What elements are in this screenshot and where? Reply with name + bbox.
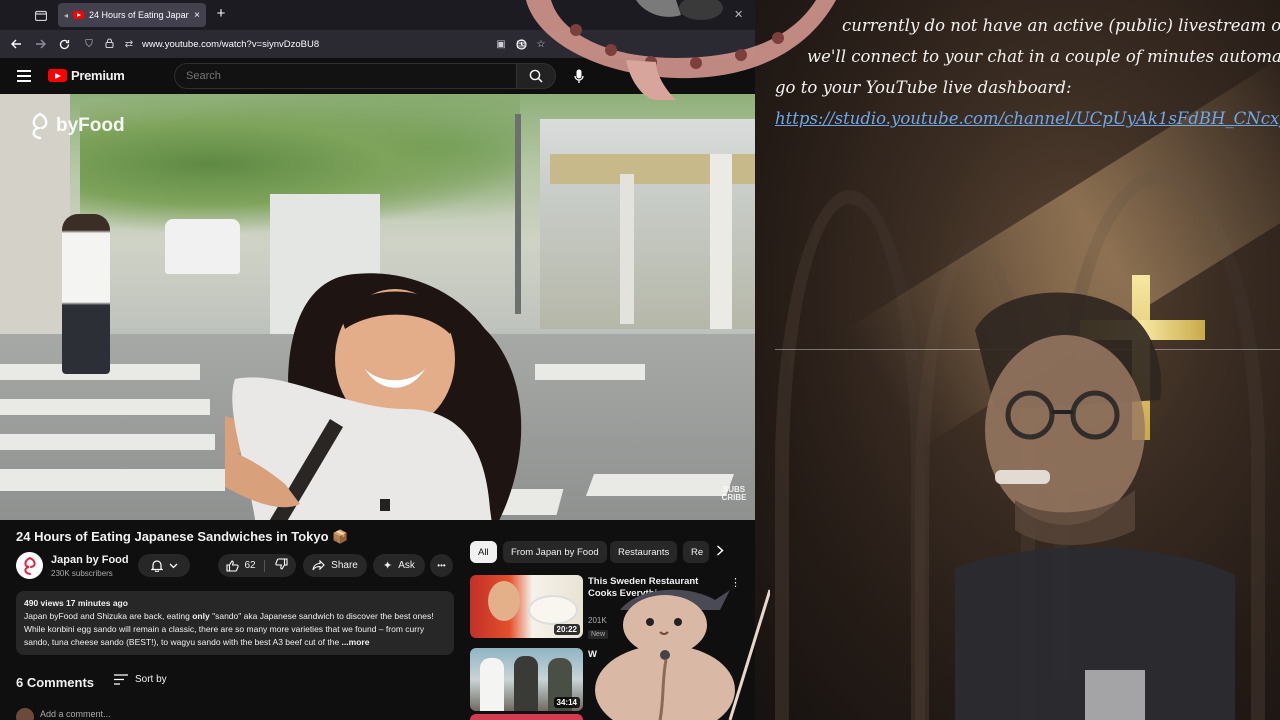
- stream-status-message: currently do not have an active (public)…: [775, 10, 1280, 134]
- description-text-bold: only: [192, 611, 210, 621]
- watermark-text: byFood: [56, 115, 125, 136]
- sort-label: Sort by: [135, 674, 167, 685]
- forward-button[interactable]: [28, 32, 52, 56]
- recommendation-thumbnail-partial[interactable]: [470, 714, 583, 720]
- comments-count: 6 Comments: [16, 675, 95, 690]
- channel-avatar[interactable]: [16, 552, 43, 579]
- picture-in-picture-icon[interactable]: ▣: [494, 39, 508, 50]
- streamer-webcam: [955, 292, 1235, 720]
- reload-icon: [59, 39, 69, 49]
- stream-camera-overlay: currently do not have an active (public)…: [755, 0, 1280, 720]
- description-text-start: Japan byFood and Shizuka are back, eatin…: [24, 611, 193, 621]
- shield-icon[interactable]: ⛉: [82, 39, 96, 50]
- address-bar[interactable]: ⛉ ⇄ www.youtube.com/watch?v=siynvDzoBU8 …: [78, 33, 548, 55]
- permissions-icon[interactable]: ⇄: [122, 39, 136, 50]
- description-text: Japan byFood and Shizuka are back, eatin…: [24, 610, 446, 648]
- pedestrian: [62, 214, 110, 374]
- video-player[interactable]: byFood SUBS CRIBE: [0, 94, 755, 520]
- thumbnail-plate: [528, 595, 578, 625]
- recommendation-thumbnail[interactable]: 20:22: [470, 575, 583, 638]
- speaker-icon: ◂: [64, 10, 69, 20]
- channel-name[interactable]: Japan by Food: [51, 554, 129, 566]
- like-count: 62: [244, 560, 256, 571]
- sort-icon: [114, 674, 128, 685]
- sparkle-icon: ✦: [383, 560, 393, 572]
- video-title: 24 Hours of Eating Japanese Sandwiches i…: [16, 529, 349, 544]
- chip-truncated[interactable]: Re: [683, 541, 709, 563]
- search-input[interactable]: [174, 63, 516, 89]
- thumbs-up-icon: [226, 559, 240, 572]
- presenter-woman: [225, 273, 522, 520]
- reload-button[interactable]: [52, 32, 76, 56]
- tab-title: 24 Hours of Eating Japanese Sandwiches i…: [89, 10, 190, 20]
- back-arrow-icon: [10, 39, 21, 49]
- forward-arrow-icon: [35, 39, 46, 49]
- thumbnail-person: [514, 656, 538, 711]
- cat-wizard-sticker: [595, 589, 770, 720]
- youtube-favicon-icon: [73, 11, 85, 19]
- add-comment-input[interactable]: Add a comment...: [40, 709, 111, 719]
- crosswalk-stripe: [535, 364, 645, 380]
- logo-text: Premium: [71, 68, 125, 83]
- tab-list-icon[interactable]: [26, 0, 56, 30]
- like-dislike-group: 62: [218, 554, 296, 577]
- close-icon[interactable]: ✕: [734, 8, 743, 21]
- tentacle-crown-sticker: [526, 0, 836, 100]
- share-label: Share: [331, 560, 358, 571]
- show-more-link[interactable]: ...more: [339, 637, 370, 647]
- thumbnail-person: [480, 658, 504, 711]
- shop-pillar: [620, 174, 634, 324]
- user-avatar: [16, 708, 34, 720]
- bell-icon: [150, 560, 163, 572]
- channel-logo-icon: [23, 556, 36, 575]
- hamburger-menu-icon[interactable]: [17, 70, 31, 82]
- url-text[interactable]: www.youtube.com/watch?v=siynvDzoBU8: [142, 39, 319, 50]
- stream-message-line-2: we'll connect to your chat in a couple o…: [807, 47, 1280, 66]
- chip-from-channel[interactable]: From Japan by Food: [503, 541, 607, 563]
- sort-comments-button[interactable]: Sort by: [114, 674, 167, 685]
- chip-scroll-right-icon[interactable]: [716, 544, 724, 559]
- video-description[interactable]: 490 views 17 minutes ago Japan byFood an…: [16, 591, 454, 655]
- thumbnail-face: [488, 581, 520, 621]
- crosswalk-stripe: [0, 434, 215, 450]
- views-and-date: 490 views 17 minutes ago: [24, 598, 128, 608]
- crosswalk-stripe: [0, 469, 225, 491]
- video-duration: 20:22: [553, 624, 580, 635]
- dashboard-link[interactable]: https://studio.youtube.com/channel/UCpUy…: [775, 103, 1280, 134]
- like-button[interactable]: 62: [226, 559, 265, 572]
- share-arrow-icon: [312, 560, 325, 571]
- chip-restaurants[interactable]: Restaurants: [610, 541, 678, 563]
- byfood-watermark: byFood: [28, 112, 125, 140]
- subscribe-watermark[interactable]: SUBS CRIBE: [719, 486, 749, 502]
- stream-message-line-3: go to your YouTube live dashboard:: [775, 78, 1072, 97]
- youtube-play-logo-icon: [48, 69, 67, 82]
- new-tab-button[interactable]: +: [212, 5, 230, 22]
- church-arch: [775, 190, 925, 720]
- subscriber-count: 230K subscribers: [51, 569, 113, 578]
- chip-all[interactable]: All: [470, 541, 497, 563]
- youtube-premium-logo[interactable]: Premium: [48, 68, 125, 83]
- tab-close-icon[interactable]: ×: [194, 10, 200, 21]
- lock-icon[interactable]: [102, 37, 116, 51]
- stream-message-line-1: currently do not have an active (public)…: [842, 16, 1280, 35]
- chevron-down-icon: [169, 563, 177, 568]
- video-duration: 34:14: [553, 697, 580, 708]
- tab-active[interactable]: ◂ 24 Hours of Eating Japanese Sandwiches…: [58, 3, 206, 27]
- ask-button[interactable]: ✦ Ask: [373, 554, 425, 577]
- more-icon: •••: [437, 561, 446, 570]
- crosswalk-stripe: [585, 474, 735, 496]
- recommendation-thumbnail[interactable]: 34:14: [470, 648, 583, 711]
- more-actions-button[interactable]: •••: [430, 554, 453, 577]
- notification-bell-button[interactable]: [138, 554, 190, 577]
- thumbs-down-icon: [274, 558, 288, 570]
- shop-pillar: [710, 154, 732, 329]
- ask-label: Ask: [398, 560, 415, 571]
- white-car: [165, 219, 240, 274]
- share-button[interactable]: Share: [303, 554, 367, 577]
- crosswalk-stripe: [0, 399, 210, 415]
- back-button[interactable]: [4, 32, 28, 56]
- dislike-button[interactable]: [271, 558, 288, 573]
- byfood-logo-icon: [32, 112, 48, 140]
